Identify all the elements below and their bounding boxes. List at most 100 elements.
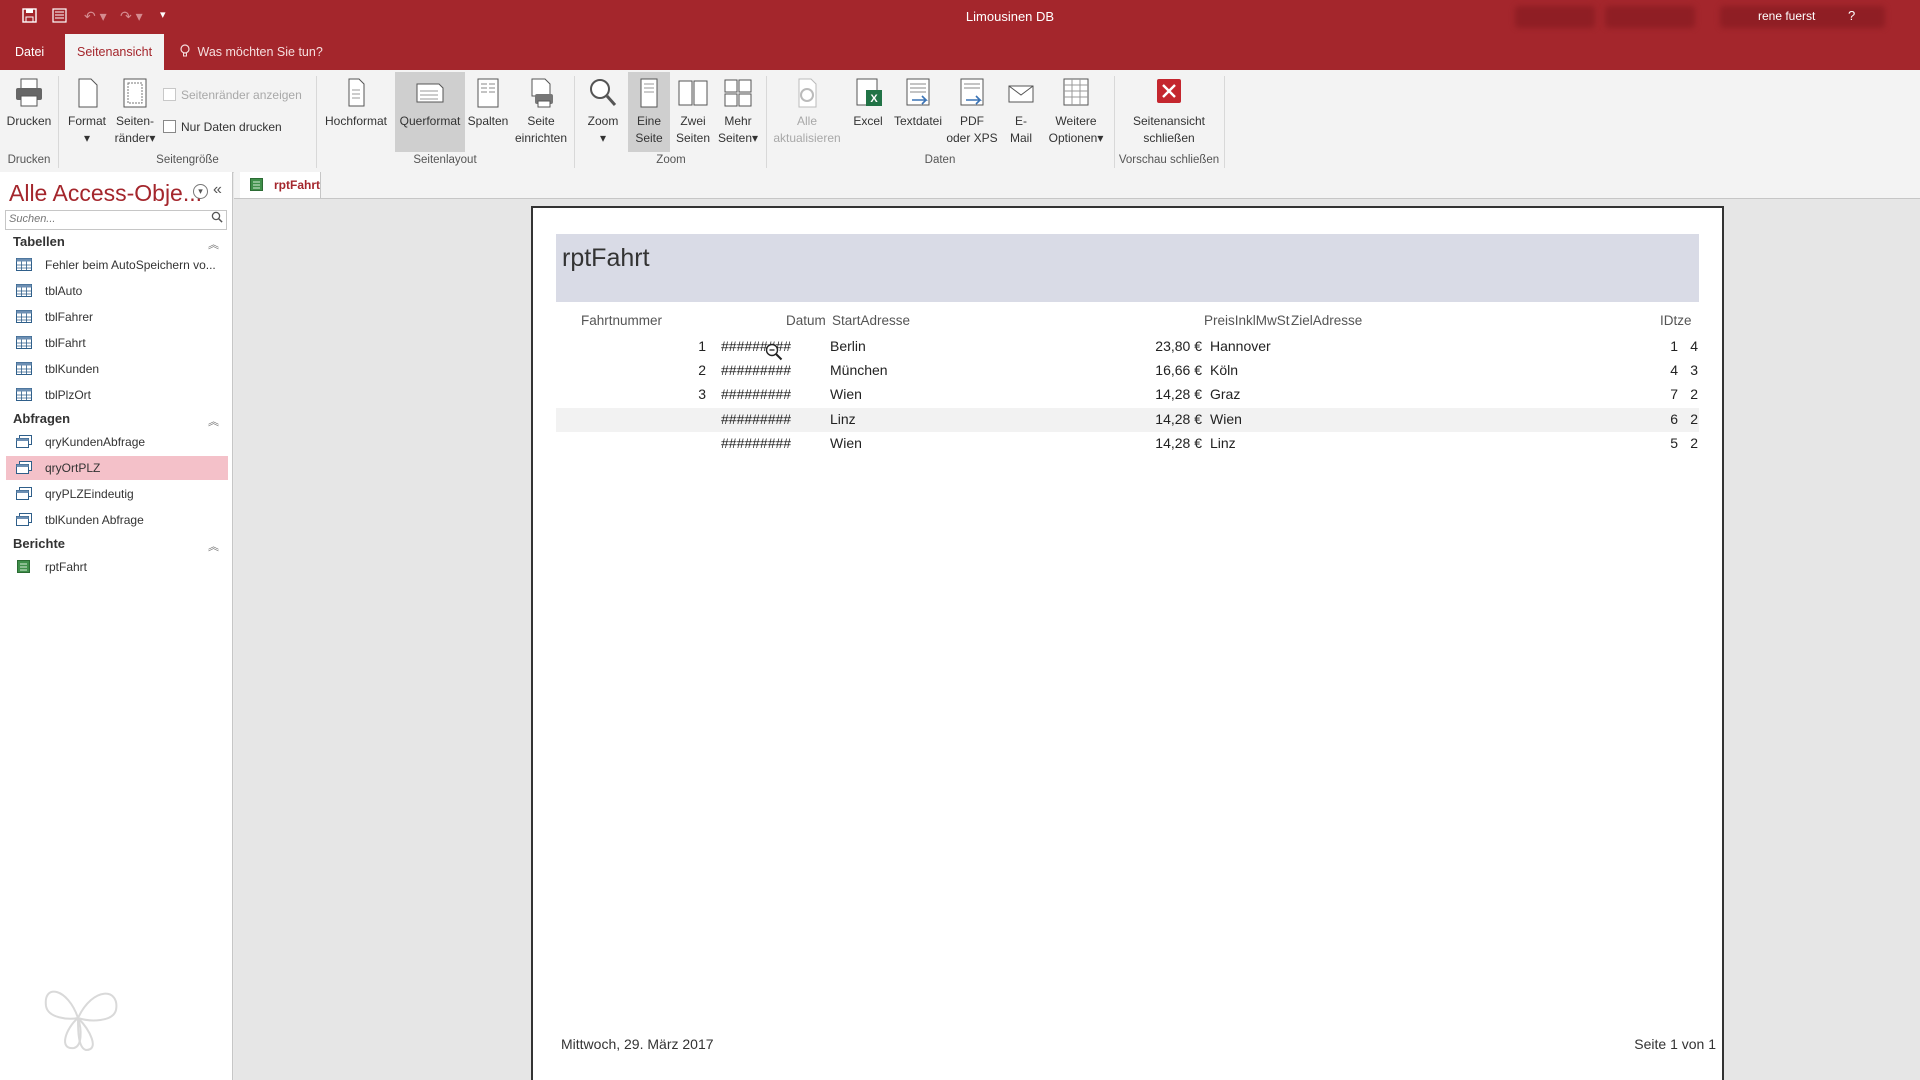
group-seitengroesse: Seitengröße [156,154,219,166]
tell-me-label: Was möchten Sie tun? [197,45,323,59]
two-pages-icon [677,76,709,110]
drucken-button[interactable]: Drucken [2,72,56,130]
cell-preis: 23,80 € [1155,338,1202,354]
cell-startadresse: Berlin [830,338,866,354]
seitenansicht-schliessen-button[interactable]: Seitenansicht schließen [1120,72,1218,147]
cell-startadresse: Wien [830,386,862,402]
column-header-id: IDtze [1660,313,1692,328]
nav-item-table[interactable]: tblKunden [6,357,228,381]
nav-item-query[interactable]: qryKundenAbfrage [6,430,228,454]
cell-id-b: 2 [1690,435,1698,451]
collapse-pane-icon[interactable]: « [213,181,222,199]
zwei-seiten-button[interactable]: Zwei Seiten [672,72,714,147]
query-icon [16,487,32,500]
ribbon-separator [1224,76,1225,168]
excel-button[interactable]: X Excel [848,72,888,130]
nav-item-table[interactable]: tblAuto [6,279,228,303]
cell-id-b: 4 [1690,338,1698,354]
section-tabellen[interactable]: Tabellen [13,234,65,249]
document-tab-strip: rptFahrt [234,172,1920,199]
report-row: 2 ######### München 16,66 € Köln 4 3 [556,359,1699,383]
report-icon [17,560,30,573]
title-bar: ↶ ▾ ↷ ▾ ▾ Limousinen DB rene fuerst ? [0,0,1920,34]
nav-item-query-selected[interactable]: qryOrtPLZ [6,456,228,480]
multiple-pages-icon [722,76,754,110]
nav-item-label: tblKunden [45,362,100,376]
nav-search-input[interactable] [6,211,199,227]
email-button[interactable]: E- Mail [1004,72,1038,147]
refresh-icon [791,76,823,110]
nav-pane-title[interactable]: Alle Access-Obje... [9,180,202,207]
column-header-fahrtnummer: Fahrtnummer [581,313,663,328]
nav-item-table[interactable]: Fehler beim AutoSpeichern vo... [6,253,228,277]
seite-einrichten-button[interactable]: Seite einrichten [512,72,570,147]
eine-seite-button[interactable]: Eine Seite [628,72,670,152]
spalten-button[interactable]: Spalten [466,72,510,130]
nav-item-report[interactable]: rptFahrt [6,555,228,579]
format-button[interactable]: Format ▾ [62,72,112,147]
tab-seitenansicht[interactable]: Seitenansicht [65,34,165,70]
nav-search-box [5,210,227,230]
mehr-seiten-button[interactable]: Mehr Seiten▾ [716,72,760,147]
cell-id-a: 6 [1670,411,1678,427]
nav-item-table[interactable]: tblFahrer [6,305,228,329]
zwei-seiten-label-2: Seiten [675,131,711,145]
nur-daten-drucken-checkbox[interactable]: Nur Daten drucken [163,120,282,134]
section-berichte[interactable]: Berichte [13,536,65,551]
zoom-cursor-icon [765,343,783,361]
ribbon-separator [766,76,767,168]
weitere-optionen-button[interactable]: Weitere Optionen▾ [1042,72,1110,147]
format-label: Format [67,114,106,128]
ribbon-separator [58,76,59,168]
report-row: 1 ######### Berlin 23,80 € Hannover 1 4 [556,335,1699,359]
cell-id-a: 1 [1670,338,1678,354]
hochformat-button[interactable]: Hochformat [320,72,392,130]
nav-item-label: qryKundenAbfrage [45,435,146,449]
cell-datum: ######### [721,435,792,451]
checkbox-box [163,88,176,101]
nav-item-table[interactable]: tblFahrt [6,331,228,355]
help-button[interactable]: ? [1848,8,1855,23]
alle-aktualisieren-button[interactable]: Alle aktualisieren [770,72,844,147]
nav-menu-chevron-icon[interactable]: ▾ [193,184,208,199]
schliessen-label-2: schließen [1143,131,1195,145]
nav-item-query[interactable]: qryPLZEindeutig [6,482,228,506]
section-abfragen[interactable]: Abfragen [13,411,70,426]
nav-item-table[interactable]: tblPlzOrt [6,383,228,407]
textdatei-label: Textdatei [893,114,943,128]
cell-zieladresse: Graz [1210,386,1241,402]
tab-datei[interactable]: Datei [3,34,56,70]
document-tab-label: rptFahrt [274,178,320,192]
cell-id-b: 2 [1690,411,1698,427]
collapse-section-icon[interactable]: ︽ [208,413,219,429]
seitenraender-button[interactable]: Seiten- ränder▾ [112,72,158,147]
navigation-pane: Alle Access-Obje... ▾ « Tabellen ︽ Fehle… [0,172,233,1080]
pdf-label-1: PDF [960,114,984,128]
cell-fahrtnummer: 1 [698,338,706,354]
zoom-label: Zoom [587,114,619,128]
search-icon[interactable] [211,211,223,226]
report-row: 3 ######### Wien 14,28 € Graz 7 2 [556,383,1699,407]
cell-id-a: 7 [1670,386,1678,402]
collapse-section-icon[interactable]: ︽ [208,236,219,252]
zoom-button[interactable]: Zoom ▾ [580,72,626,147]
pdf-xps-button[interactable]: PDF oder XPS [946,72,998,147]
svg-text:X: X [870,93,878,105]
table-icon [16,258,32,271]
querformat-button[interactable]: Querformat [395,72,465,152]
nav-item-label: qryOrtPLZ [45,461,101,475]
seitenraender-anzeigen-checkbox[interactable]: Seitenränder anzeigen [163,88,302,102]
alle-aktualisieren-label-2: aktualisieren [773,131,841,145]
cell-zieladresse: Linz [1210,435,1236,451]
nav-item-query[interactable]: tblKunden Abfrage [6,508,228,532]
cell-zieladresse: Köln [1210,362,1239,378]
document-tab-rptfahrt[interactable]: rptFahrt [240,172,321,198]
user-name[interactable]: rene fuerst [1758,9,1815,23]
text-file-icon [902,76,934,110]
tell-me-search[interactable]: Was möchten Sie tun? [180,34,323,70]
textdatei-button[interactable]: Textdatei [890,72,946,130]
collapse-section-icon[interactable]: ︽ [208,538,219,554]
landscape-icon [414,76,446,110]
butterfly-logo-icon [44,990,118,1052]
nur-daten-drucken-label: Nur Daten drucken [181,120,282,134]
